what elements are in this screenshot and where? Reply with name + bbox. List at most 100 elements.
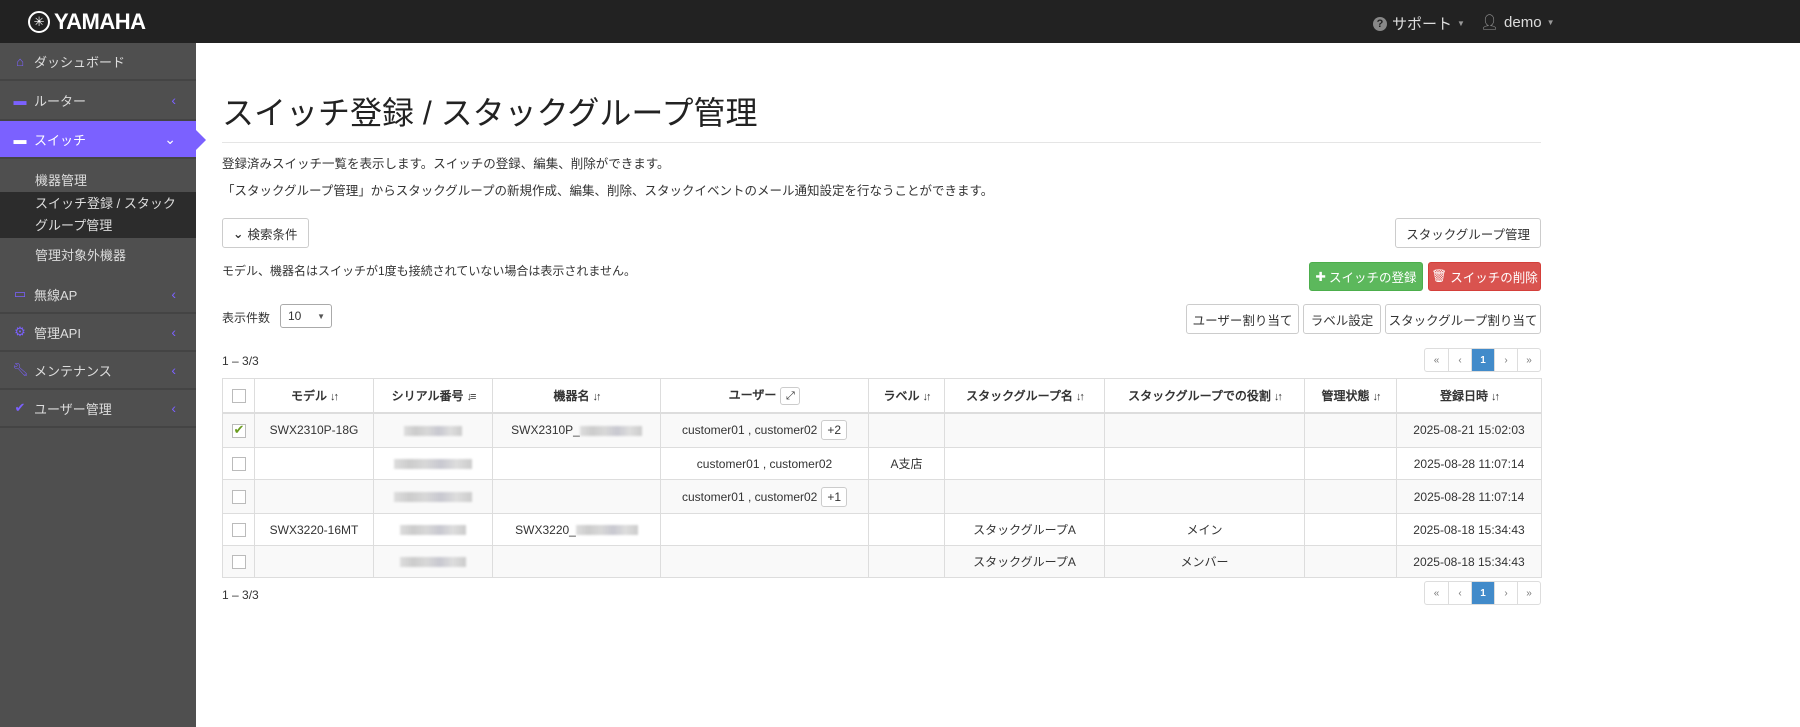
user-cell: customer01 , customer02 +1 xyxy=(660,479,869,514)
user-cell xyxy=(660,513,869,546)
header-label: シリアル番号 xyxy=(391,388,464,403)
header-stack-group[interactable]: スタックグループ名 ↓↑ xyxy=(944,378,1105,414)
sort-icon: ↓↑ xyxy=(1491,390,1500,403)
label: スイッチ xyxy=(34,132,87,148)
more-users-button[interactable]: +2 xyxy=(821,420,848,441)
redacted-serial xyxy=(400,525,466,536)
sidebar-sub-device-management[interactable]: 機器管理 xyxy=(0,170,196,192)
stack-group-management-button[interactable]: スタックグループ管理 xyxy=(1395,218,1541,248)
prev-page-button[interactable]: ‹ xyxy=(1448,582,1471,604)
register-switch-button[interactable]: ✚ スイッチの登録 xyxy=(1309,262,1423,291)
caret-down-icon: ▼ xyxy=(1457,19,1465,28)
next-page-button[interactable]: › xyxy=(1494,582,1517,604)
table-row[interactable]: SWX2310P-18G SWX2310P_ customer01 , custom… xyxy=(222,412,1542,448)
checkbox[interactable] xyxy=(231,422,246,438)
management-state-cell xyxy=(1304,447,1397,480)
search-conditions-button[interactable]: ⌄ 検索条件 xyxy=(222,218,309,248)
label-cell xyxy=(868,545,945,578)
sidebar-item-api[interactable]: ⚙ 管理API ‹ xyxy=(0,314,196,352)
chevron-left-icon: ‹ xyxy=(171,362,176,378)
sidebar-item-switch[interactable]: ▬ スイッチ ⌄ xyxy=(0,121,206,159)
header-stack-role[interactable]: スタックグループでの役割 ↓↑ xyxy=(1104,378,1305,414)
row-checkbox[interactable] xyxy=(222,479,255,514)
yamaha-logo[interactable]: ✳ YAMAHA xyxy=(28,9,146,35)
tuning-fork-logo-icon: ✳ xyxy=(28,11,50,33)
stack-role-cell xyxy=(1104,447,1305,480)
device-name-cell xyxy=(492,447,661,480)
checkbox[interactable] xyxy=(231,522,246,537)
next-page-button[interactable]: › xyxy=(1494,349,1517,371)
delete-switch-button[interactable]: 🗑︎ スイッチの削除 xyxy=(1428,262,1541,291)
header-registered-at[interactable]: 登録日時 ↓↑ xyxy=(1396,378,1542,414)
row-checkbox[interactable] xyxy=(222,513,255,546)
sidebar-item-dashboard[interactable]: ⌂ ダッシュボード xyxy=(0,43,196,81)
header-management-state[interactable]: 管理状態 ↓↑ xyxy=(1304,378,1397,414)
table-row[interactable]: customer01 , customer02 A支店 2025-08-28 11:… xyxy=(222,447,1542,480)
table-row[interactable]: スタックグループA メンバー 2025-08-18 15:34:43 xyxy=(222,545,1542,578)
user-menu[interactable]: 👤︎ demo ▼ xyxy=(1480,13,1555,32)
wireless-ap-icon: ▭ xyxy=(13,286,27,301)
device-name: SWX3220_ xyxy=(515,522,576,537)
sort-icon: ↓↑ xyxy=(922,390,932,403)
switch-table: モデル ↓↑ シリアル番号 ↓≡ 機器名 ↓↑ ユーザー ⤢ ラベル ↓↑ スタックグルー… xyxy=(222,378,1542,578)
last-page-button[interactable]: » xyxy=(1517,582,1540,604)
page-1-button[interactable]: 1 xyxy=(1471,582,1494,604)
header-label: 登録日時 xyxy=(1439,388,1488,403)
checkbox[interactable] xyxy=(231,456,246,471)
table-row[interactable]: SWX3220-16MT SWX3220_ スタックグループA メイン 2025-08-… xyxy=(222,513,1542,546)
sort-icon: ↓↑ xyxy=(330,390,339,403)
first-page-button[interactable]: « xyxy=(1425,349,1448,371)
checkbox[interactable] xyxy=(231,554,246,569)
gear-icon: ⚙ xyxy=(14,324,26,339)
per-page-select[interactable]: 10 ▼ xyxy=(280,304,332,328)
home-icon: ⌂ xyxy=(16,53,24,69)
switch-icon: ▬ xyxy=(13,131,27,147)
header-model[interactable]: モデル ↓↑ xyxy=(254,378,374,414)
device-name-cell xyxy=(492,479,661,514)
header-label: ユーザー xyxy=(728,387,777,402)
assign-stack-group-button[interactable]: スタックグループ割り当て xyxy=(1385,304,1541,334)
redacted-name xyxy=(575,525,638,536)
row-checkbox[interactable] xyxy=(222,545,255,578)
sidebar-sub-switch-registration[interactable]: スイッチ登録 / スタックグループ管理 xyxy=(0,192,196,238)
sidebar-item-user-management[interactable]: ✔ ユーザー管理 ‹ xyxy=(0,390,196,428)
serial-cell xyxy=(373,513,493,546)
last-page-button[interactable]: » xyxy=(1517,349,1540,371)
prev-page-button[interactable]: ‹ xyxy=(1448,349,1471,371)
sort-icon: ↓↑ xyxy=(592,390,602,403)
user-label: demo xyxy=(1504,13,1542,31)
row-checkbox[interactable] xyxy=(222,447,255,480)
record-count-top: 1 – 3/3 xyxy=(222,354,259,368)
registered-at-cell: 2025-08-21 15:02:03 xyxy=(1396,412,1542,448)
sidebar-sub-unmanaged-devices[interactable]: 管理対象外機器 xyxy=(0,245,196,267)
header-serial[interactable]: シリアル番号 ↓≡ xyxy=(373,378,493,414)
first-page-button[interactable]: « xyxy=(1425,582,1448,604)
user-icon: 👤︎ xyxy=(1480,14,1500,31)
expand-icon[interactable]: ⤢ xyxy=(780,386,801,405)
label: ルーター xyxy=(34,93,87,109)
header-device-name[interactable]: 機器名 ↓↑ xyxy=(492,378,661,414)
user-cell: customer01 , customer02 xyxy=(660,447,869,480)
device-name-cell xyxy=(492,545,661,578)
assign-user-button[interactable]: ユーザー割り当て xyxy=(1186,304,1299,334)
header-label[interactable]: ラベル ↓↑ xyxy=(868,378,945,414)
select-all-checkbox[interactable] xyxy=(222,378,255,414)
sidebar-item-wireless-ap[interactable]: ▭ 無線AP ‹ xyxy=(0,276,196,314)
pagination-bottom: «‹ 1 ›» xyxy=(1424,581,1541,605)
redacted-name xyxy=(579,426,642,437)
question-icon: ? xyxy=(1373,16,1387,31)
checkbox[interactable] xyxy=(231,489,246,504)
label: スイッチの登録 xyxy=(1328,271,1417,285)
label: ダッシュボード xyxy=(34,54,126,70)
label-settings-button[interactable]: ラベル設定 xyxy=(1303,304,1381,334)
more-users-button[interactable]: +1 xyxy=(821,486,848,507)
support-menu[interactable]: ? サポート ▼ xyxy=(1373,13,1465,34)
row-checkbox[interactable] xyxy=(222,412,255,448)
device-name-cell: SWX2310P_ xyxy=(492,412,661,448)
page-1-button[interactable]: 1 xyxy=(1471,349,1494,371)
model-cell: SWX2310P-18G xyxy=(254,412,374,448)
sidebar-item-router[interactable]: ▬ ルーター ‹ xyxy=(0,81,196,121)
table-row[interactable]: customer01 , customer02 +1 2025-08-28 11:0… xyxy=(222,479,1542,514)
sidebar-item-maintenance[interactable]: 🔧︎ メンテナンス ‹ xyxy=(0,352,196,390)
label-cell: A支店 xyxy=(868,447,945,480)
